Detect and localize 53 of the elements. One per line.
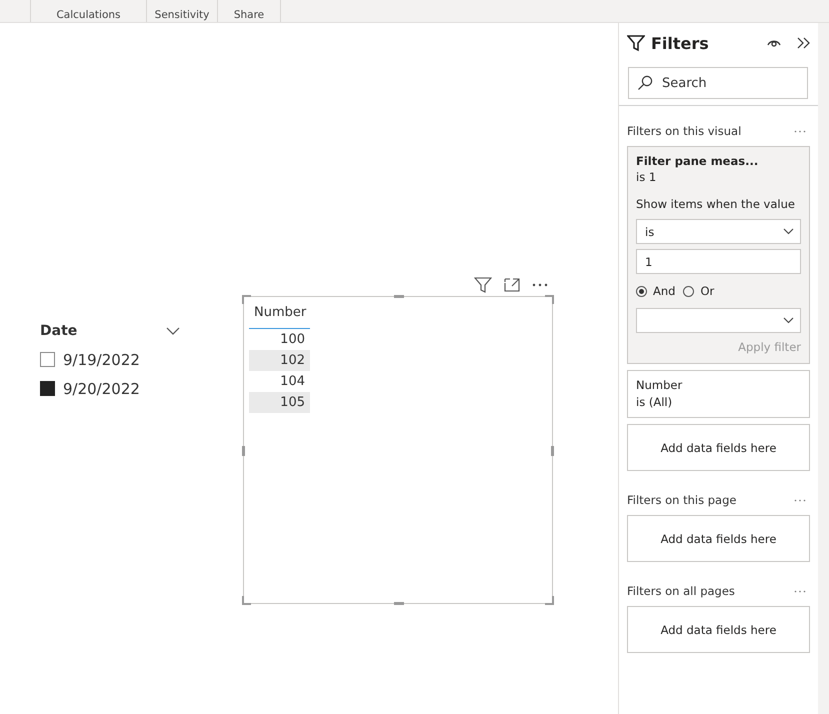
- slicer-title: Date: [40, 323, 78, 339]
- chevron-down-icon: [783, 228, 794, 235]
- resize-handle[interactable]: [242, 596, 251, 605]
- radio-option[interactable]: Or: [683, 284, 714, 298]
- filter-summary: is 1: [636, 170, 658, 184]
- checkbox[interactable]: [40, 381, 55, 396]
- table-cell: 102: [249, 350, 310, 371]
- eye-icon[interactable]: [767, 38, 781, 48]
- value-field[interactable]: 1: [636, 249, 801, 274]
- slicer-item-label[interactable]: 9/19/2022: [63, 350, 140, 368]
- ribbon-group-label[interactable]: Sensitivity: [147, 0, 218, 22]
- ribbon-group-label[interactable]: Calculations: [31, 0, 147, 22]
- column-header[interactable]: Number: [249, 305, 310, 329]
- filter-card-title: Filter pane meas...: [636, 154, 760, 168]
- resize-handle[interactable]: [394, 295, 404, 298]
- drop-zone[interactable]: Add data fields here: [627, 424, 810, 471]
- section-title: Filters on all pages: [627, 584, 735, 598]
- filter-card-title: Number: [636, 377, 684, 394]
- search-field[interactable]: Search: [628, 67, 808, 99]
- filter-icon: [627, 34, 645, 52]
- collapse-icon[interactable]: [797, 37, 810, 49]
- filter-prompt: Show items when the value: [636, 197, 796, 211]
- resize-handle[interactable]: [545, 596, 554, 605]
- resize-handle[interactable]: [394, 602, 404, 605]
- table-cell-text: 104: [279, 373, 306, 391]
- section-title: Filters on this visual: [627, 124, 742, 138]
- table-cell-text: 100: [279, 331, 306, 349]
- resize-handle[interactable]: [551, 446, 554, 456]
- resize-handle[interactable]: [242, 446, 245, 456]
- resize-handle[interactable]: [242, 295, 251, 304]
- chevron-down-icon: [783, 317, 794, 324]
- drop-zone[interactable]: Add data fields here: [627, 606, 810, 653]
- pane-title: Filters: [651, 34, 710, 52]
- table-cell: 105: [249, 392, 310, 413]
- drop-zone[interactable]: Add data fields here: [627, 515, 810, 562]
- more-options-icon[interactable]: [794, 130, 806, 132]
- expand-icon[interactable]: [504, 278, 520, 292]
- slicer-item-label[interactable]: 9/20/2022: [63, 380, 140, 398]
- checkbox[interactable]: [40, 352, 55, 367]
- search-icon: [637, 75, 653, 91]
- table-visual-frame[interactable]: Number 100 102 104 105: [243, 296, 553, 604]
- radio-option[interactable]: And: [636, 284, 676, 298]
- ribbon-group-label[interactable]: Share: [218, 0, 281, 22]
- condition-dropdown[interactable]: is: [636, 219, 801, 244]
- more-options-icon[interactable]: [794, 590, 806, 592]
- more-options-icon[interactable]: [794, 498, 806, 502]
- filter-icon[interactable]: [474, 277, 492, 293]
- resize-handle[interactable]: [545, 295, 554, 304]
- filter-summary: is (All): [636, 394, 674, 411]
- chevron-down-icon[interactable]: [166, 327, 180, 335]
- section-title: Filters on this page: [627, 493, 736, 507]
- filter-card[interactable]: Number is (All): [627, 370, 810, 418]
- more-options-icon[interactable]: [532, 283, 548, 287]
